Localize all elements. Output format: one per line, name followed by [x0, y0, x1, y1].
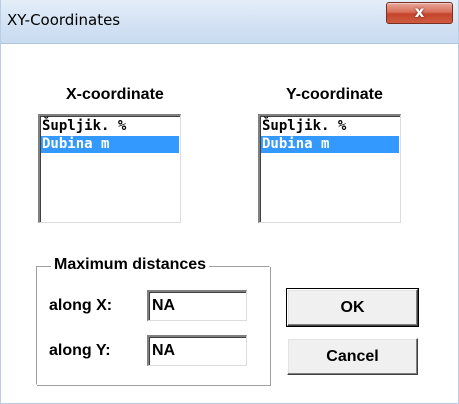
along-x-label: along X: — [49, 297, 113, 314]
x-list-item-dubina[interactable]: Dubina m — [41, 136, 179, 153]
y-list-item-dubina[interactable]: Dubina m — [261, 136, 399, 153]
close-button[interactable]: x — [386, 2, 453, 24]
along-y-label: along Y: — [49, 342, 111, 359]
y-coordinate-listbox[interactable]: Šupljik. % Dubina m — [258, 114, 401, 223]
xy-coordinates-dialog: XY-Coordinates x X-coordinate Šupljik. %… — [0, 0, 459, 404]
y-coordinate-label: Y-coordinate — [286, 86, 383, 103]
title-bar[interactable]: XY-Coordinates x — [1, 0, 458, 44]
x-list-item-supljik[interactable]: Šupljik. % — [41, 118, 179, 135]
cancel-button[interactable]: Cancel — [287, 338, 418, 375]
x-coordinate-label: X-coordinate — [66, 86, 164, 103]
ok-button[interactable]: OK — [286, 288, 419, 327]
y-list-item-supljik[interactable]: Šupljik. % — [261, 118, 399, 135]
maximum-distances-group — [36, 266, 270, 385]
x-coordinate-listbox[interactable]: Šupljik. % Dubina m — [38, 114, 181, 223]
along-x-input[interactable]: NA — [147, 290, 247, 321]
along-y-input[interactable]: NA — [147, 335, 247, 366]
window-title: XY-Coordinates — [7, 11, 121, 29]
maximum-distances-legend: Maximum distances — [51, 256, 210, 274]
close-icon: x — [414, 3, 425, 21]
